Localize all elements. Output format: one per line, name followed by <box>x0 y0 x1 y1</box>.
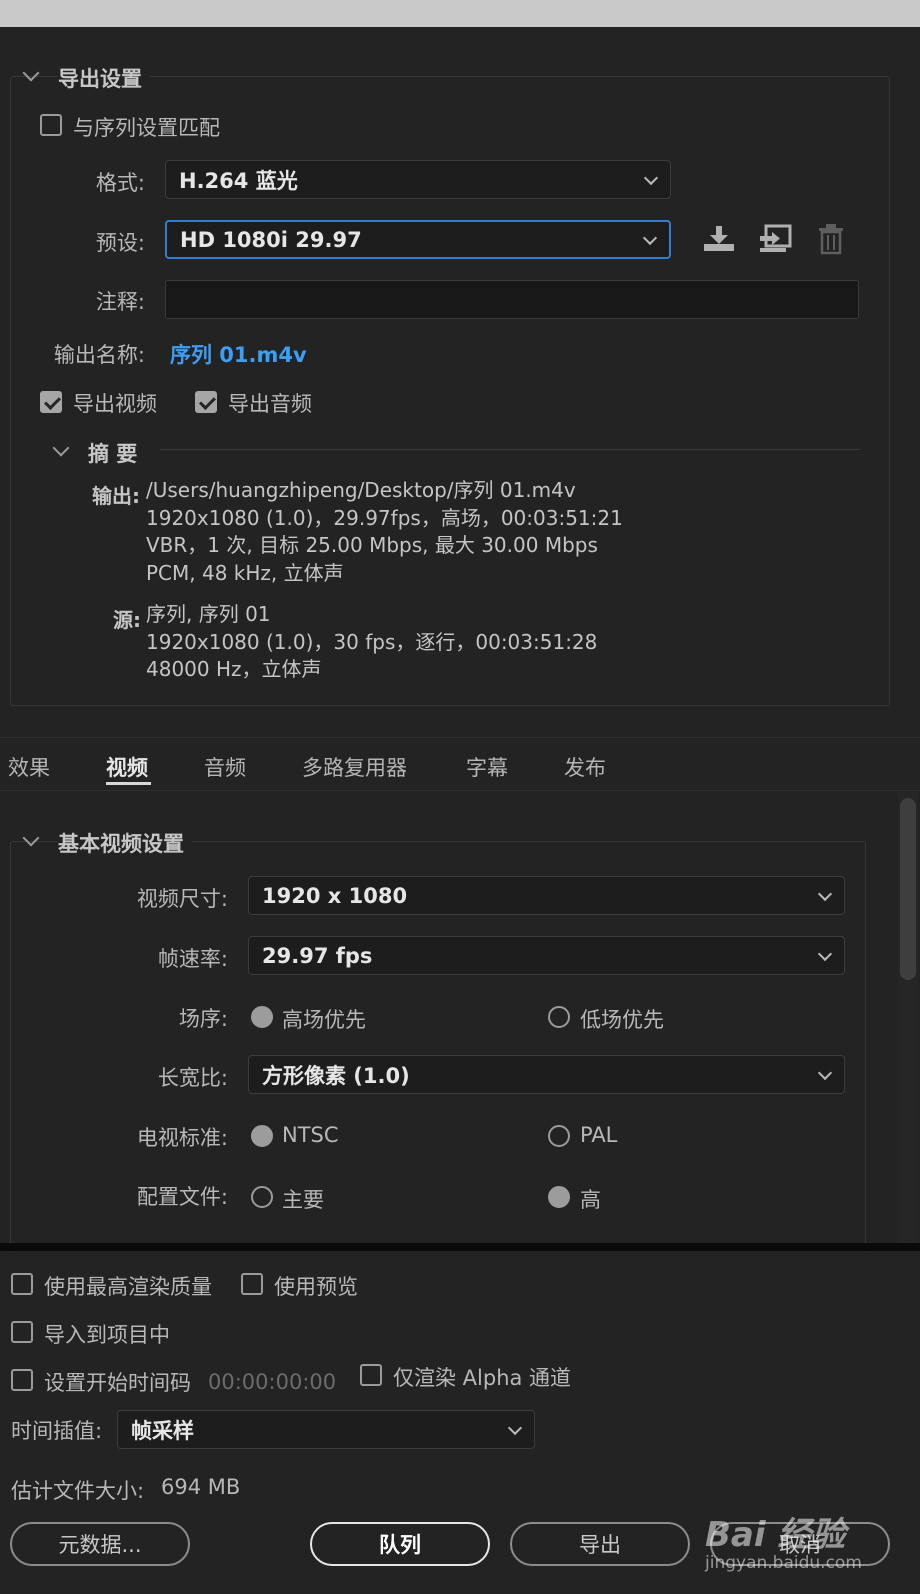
active-tab-underline <box>106 782 151 785</box>
tab-audio[interactable]: 音频 <box>204 752 246 782</box>
profile-high-radio[interactable] <box>548 1186 570 1208</box>
frame-rate-dropdown[interactable]: 29.97 fps <box>248 936 845 975</box>
tv-ntsc-label: NTSC <box>282 1123 339 1147</box>
estimated-file-size-value: 694 MB <box>161 1475 241 1499</box>
set-start-timecode-checkbox[interactable] <box>11 1369 33 1391</box>
output-name-link[interactable]: 序列 01.m4v <box>170 339 307 369</box>
video-size-value: 1920 x 1080 <box>262 883 408 908</box>
max-render-quality-label: 使用最高渲染质量 <box>44 1275 212 1299</box>
delete-preset-trash-icon[interactable] <box>817 223 845 255</box>
match-sequence-label: 与序列设置匹配 <box>73 116 220 140</box>
preset-value: HD 1080i 29.97 <box>180 227 362 252</box>
field-upper-first-label: 高场优先 <box>282 1008 366 1032</box>
window-top-strip <box>0 0 920 27</box>
summary-header: 摘 要 <box>88 442 138 466</box>
import-preset-icon[interactable] <box>758 224 792 254</box>
chevron-down-icon <box>642 230 658 245</box>
aspect-ratio-dropdown[interactable]: 方形像素 (1.0) <box>248 1055 845 1094</box>
aspect-ratio-label: 长宽比: <box>157 1066 228 1090</box>
export-button[interactable]: 导出 <box>510 1522 690 1566</box>
import-into-project-label: 导入到项目中 <box>44 1323 170 1347</box>
chevron-down-icon <box>817 1065 833 1080</box>
summary-output-key: 输出: <box>92 484 140 508</box>
time-interpolation-value: 帧采样 <box>131 1418 194 1443</box>
preset-dropdown[interactable]: HD 1080i 29.97 <box>165 220 671 259</box>
summary-source-line: 1920x1080 (1.0)，30 fps，逐行，00:03:51:28 <box>146 629 598 654</box>
tabs-top-divider <box>0 737 920 738</box>
summary-output-line: PCM, 48 kHz, 立体声 <box>146 560 344 585</box>
export-audio-label: 导出音频 <box>228 392 312 416</box>
tv-standard-label: 电视标准: <box>136 1126 228 1150</box>
aspect-ratio-value: 方形像素 (1.0) <box>262 1063 410 1088</box>
tabs-bottom-divider <box>0 790 920 791</box>
summary-output-line: /Users/huangzhipeng/Desktop/序列 01.m4v <box>146 478 576 502</box>
summary-source-line: 序列, 序列 01 <box>146 602 271 626</box>
export-settings-header: 导出设置 <box>58 63 150 93</box>
frame-rate-label: 帧速率: <box>157 947 228 971</box>
estimated-file-size-label: 估计文件大小: <box>11 1479 145 1503</box>
summary-source-key: 源: <box>113 608 141 632</box>
basic-video-settings-header: 基本视频设置 <box>58 828 192 858</box>
tab-effects[interactable]: 效果 <box>8 752 50 782</box>
tab-captions[interactable]: 字幕 <box>466 752 508 782</box>
field-order-label: 场序: <box>178 1007 228 1031</box>
tab-multiplexer[interactable]: 多路复用器 <box>302 752 407 782</box>
summary-output-line: 1920x1080 (1.0)，29.97fps，高场，00:03:51:21 <box>146 505 623 530</box>
time-interpolation-label: 时间插值: <box>11 1419 103 1443</box>
export-video-checkbox[interactable] <box>40 391 62 413</box>
export-audio-checkbox[interactable] <box>195 391 217 413</box>
comment-input[interactable] <box>165 280 859 319</box>
tab-video[interactable]: 视频 <box>106 752 148 782</box>
summary-divider <box>160 449 860 450</box>
field-upper-first-radio[interactable] <box>251 1006 273 1028</box>
profile-high-label: 高 <box>580 1188 601 1212</box>
tv-pal-label: PAL <box>580 1123 618 1147</box>
export-video-label: 导出视频 <box>73 392 157 416</box>
preset-label: 预设: <box>95 231 145 255</box>
summary-output-lines: /Users/huangzhipeng/Desktop/序列 01.m4v 19… <box>146 477 623 587</box>
summary-source-line: 48000 Hz，立体声 <box>146 657 322 681</box>
summary-output-line: VBR，1 次, 目标 25.00 Mbps, 最大 30.00 Mbps <box>146 533 598 557</box>
save-preset-download-icon[interactable] <box>702 224 736 254</box>
set-start-timecode-label: 设置开始时间码 <box>44 1371 191 1395</box>
tv-ntsc-radio[interactable] <box>251 1125 273 1147</box>
baidu-watermark-url: jingyan.baidu.com <box>705 1553 862 1573</box>
frame-rate-value: 29.97 fps <box>262 943 373 968</box>
output-name-label: 输出名称: <box>53 343 145 367</box>
panel-divider <box>0 1243 920 1251</box>
metadata-button[interactable]: 元数据... <box>10 1522 190 1566</box>
format-dropdown[interactable]: H.264 蓝光 <box>165 160 671 199</box>
profile-main-label: 主要 <box>282 1188 324 1212</box>
alpha-only-checkbox[interactable] <box>360 1364 382 1386</box>
chevron-down-icon <box>817 886 833 901</box>
format-label: 格式: <box>95 171 145 195</box>
match-sequence-checkbox[interactable] <box>40 114 62 136</box>
max-render-quality-checkbox[interactable] <box>11 1273 33 1295</box>
comment-label: 注释: <box>95 290 145 314</box>
start-timecode-field[interactable]: 00:00:00:00 <box>208 1370 336 1394</box>
tab-publish[interactable]: 发布 <box>564 752 606 782</box>
video-size-dropdown[interactable]: 1920 x 1080 <box>248 876 845 915</box>
chevron-down-icon <box>817 946 833 961</box>
time-interpolation-dropdown[interactable]: 帧采样 <box>117 1410 535 1449</box>
baidu-watermark-brand: Bai 经验 <box>705 1515 846 1555</box>
field-lower-first-radio[interactable] <box>548 1006 570 1028</box>
import-into-project-checkbox[interactable] <box>11 1321 33 1343</box>
field-lower-first-label: 低场优先 <box>580 1008 664 1032</box>
profile-label: 配置文件: <box>136 1185 228 1209</box>
summary-source-lines: 序列, 序列 01 1920x1080 (1.0)，30 fps，逐行，00:0… <box>146 601 597 684</box>
alpha-only-label: 仅渲染 Alpha 通道 <box>393 1366 572 1390</box>
video-size-label: 视频尺寸: <box>136 887 228 911</box>
chevron-down-icon <box>507 1420 523 1435</box>
profile-main-radio[interactable] <box>251 1186 273 1208</box>
use-preview-label: 使用预览 <box>274 1275 358 1299</box>
format-value: H.264 蓝光 <box>179 168 298 193</box>
scrollbar-thumb[interactable] <box>900 798 916 980</box>
use-preview-checkbox[interactable] <box>241 1273 263 1295</box>
queue-button[interactable]: 队列 <box>310 1522 490 1566</box>
chevron-down-icon <box>643 170 659 185</box>
tv-pal-radio[interactable] <box>548 1125 570 1147</box>
